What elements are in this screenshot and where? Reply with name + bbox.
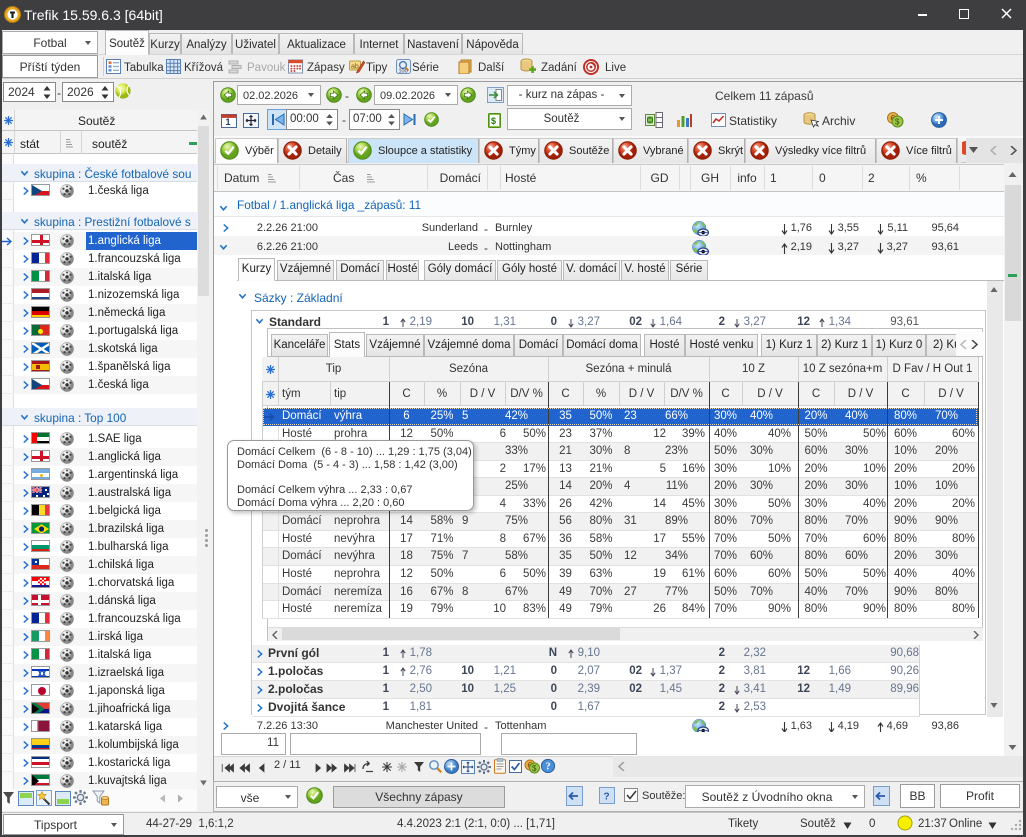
svg-text:$: $ [532, 764, 537, 773]
svg-text:?: ? [546, 762, 551, 773]
svg-text:1: 1 [226, 117, 231, 127]
svg-text:$: $ [895, 118, 900, 127]
svg-text:$: $ [491, 116, 496, 126]
svg-text:100: 100 [399, 69, 408, 75]
svg-text:?: ? [604, 792, 610, 803]
svg-text:ab: ab [351, 64, 359, 71]
